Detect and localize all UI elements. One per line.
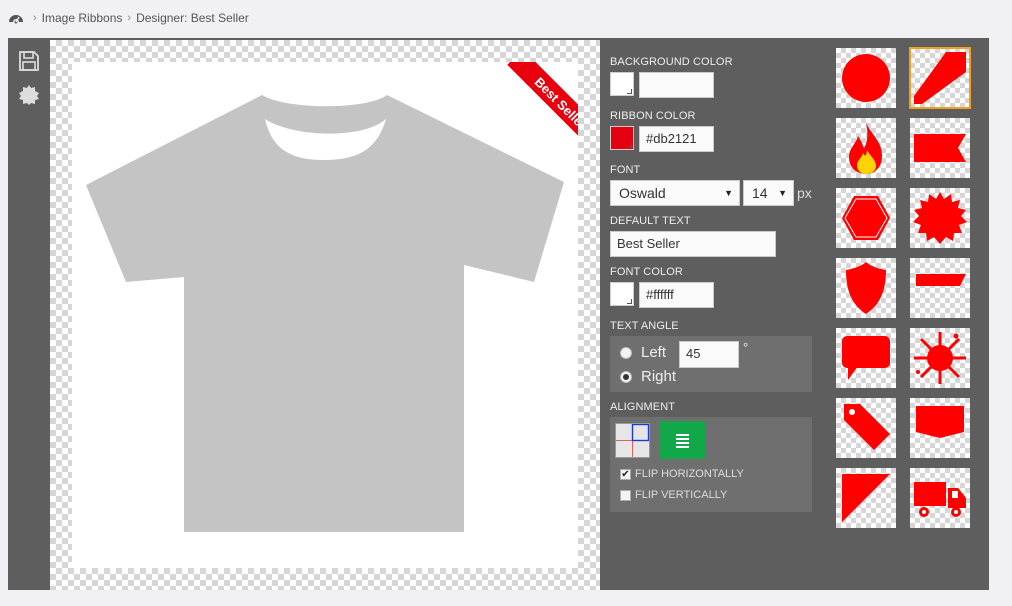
ribbon-shape-gallery [836,47,976,548]
text-angle-input[interactable]: 45 [679,341,739,368]
ribbon-color-input[interactable]: #db2121 [639,126,714,152]
circle-icon [842,54,890,102]
corner-ribbon-icon [914,52,966,104]
flip-horizontally-checkbox[interactable]: ✔ [620,468,631,480]
delivery-truck-icon [914,482,966,517]
shape-price-tag-tile[interactable] [836,398,896,458]
flame-icon [849,122,882,174]
price-tag-icon [844,404,890,450]
preview-canvas: Best Seller [50,40,600,590]
hexagon-icon [842,196,890,240]
triangle-corner-icon [842,474,890,522]
breadcrumb-separator: › [127,12,132,24]
chevron-down-icon: ▼ [778,188,787,198]
flip-horizontally-label: FLIP HORIZONTALLY [635,468,744,480]
background-color-input[interactable] [639,72,714,98]
breadcrumb: › Image Ribbons › Designer: Best Seller [0,0,1012,36]
designer-panel: Best Seller BACKGROUND COLOR RIBBON COLO… [8,38,989,590]
speech-bubble-icon [842,336,890,380]
font-size-unit: px [797,185,812,201]
alignment-group: ✔ FLIP HORIZONTALLY FLIP VERTICALLY [610,417,812,512]
shape-circle-tile[interactable] [836,48,896,108]
dashboard-icon[interactable] [8,11,24,25]
chevron-down-icon: ▼ [724,188,733,198]
properties-panel: BACKGROUND COLOR RIBBON COLOR #db2121 FO… [610,38,820,590]
shield-icon [846,262,886,314]
flip-vertically-option[interactable]: FLIP VERTICALLY [620,489,727,501]
shape-flame-tile[interactable] [836,118,896,178]
shape-flag-banner-tile[interactable] [910,118,970,178]
slanted-banner-icon [916,274,966,286]
alignment-grid-icon[interactable] [615,423,650,458]
breadcrumb-item-image-ribbons[interactable]: Image Ribbons [42,11,123,25]
angle-right-option[interactable]: Right [620,368,676,385]
alignment-label: ALIGNMENT [610,401,676,413]
flag-banner-icon [914,134,966,162]
starburst-seal-icon [913,192,967,244]
breadcrumb-separator: › [33,12,37,24]
angle-right-radio[interactable] [620,370,632,383]
font-family-value: Oswald [619,185,666,201]
default-text-input[interactable]: Best Seller [610,231,776,257]
angle-left-radio[interactable] [620,346,632,359]
angle-right-label: Right [641,368,677,385]
ribbon-color-label: RIBBON COLOR [610,110,696,122]
tool-sidebar [8,38,50,590]
align-center-button[interactable] [660,421,705,459]
font-label: FONT [610,164,641,176]
shape-shield-tile[interactable] [836,258,896,318]
background-color-swatch[interactable] [610,72,634,96]
font-family-select[interactable]: Oswald ▼ [610,180,740,206]
settings-gear-icon[interactable] [18,84,40,106]
shape-slanted-banner-tile[interactable] [910,258,970,318]
ribbon-text: Best Seller [531,73,578,133]
shape-starburst-seal-tile[interactable] [910,188,970,248]
default-text-label: DEFAULT TEXT [610,215,691,227]
shape-hexagon-tile[interactable] [836,188,896,248]
font-size-value: 14 [752,185,768,201]
font-size-select[interactable]: 14 ▼ [743,180,794,206]
background-color-label: BACKGROUND COLOR [610,56,733,68]
font-color-swatch[interactable] [610,282,634,306]
ribbon-color-swatch[interactable] [610,126,634,150]
shape-pocket-badge-tile[interactable] [910,398,970,458]
shape-speech-bubble-tile[interactable] [836,328,896,388]
text-angle-group: Left Right 45 ° [610,336,812,392]
font-color-label: FONT COLOR [610,266,683,278]
text-angle-label: TEXT ANGLE [610,320,679,332]
angle-left-option[interactable]: Left [620,344,666,361]
shape-corner-ribbon-tile[interactable] [909,47,971,109]
splash-icon [914,332,966,384]
font-color-input[interactable]: #ffffff [639,282,714,308]
save-icon[interactable] [18,50,40,72]
breadcrumb-item-designer: Designer: Best Seller [136,11,249,25]
flip-horizontally-option[interactable]: ✔ FLIP HORIZONTALLY [620,468,744,480]
angle-left-label: Left [641,344,667,361]
shape-splash-tile[interactable] [910,328,970,388]
shape-triangle-corner-tile[interactable] [836,468,896,528]
flip-vertically-checkbox[interactable] [620,489,631,501]
product-image: Best Seller [72,62,578,568]
flip-vertically-label: FLIP VERTICALLY [635,489,728,501]
pocket-badge-icon [916,406,964,438]
ribbon-preview[interactable]: Best Seller [488,62,578,152]
shape-delivery-truck-tile[interactable] [910,468,970,528]
degree-unit: ° [743,340,749,355]
